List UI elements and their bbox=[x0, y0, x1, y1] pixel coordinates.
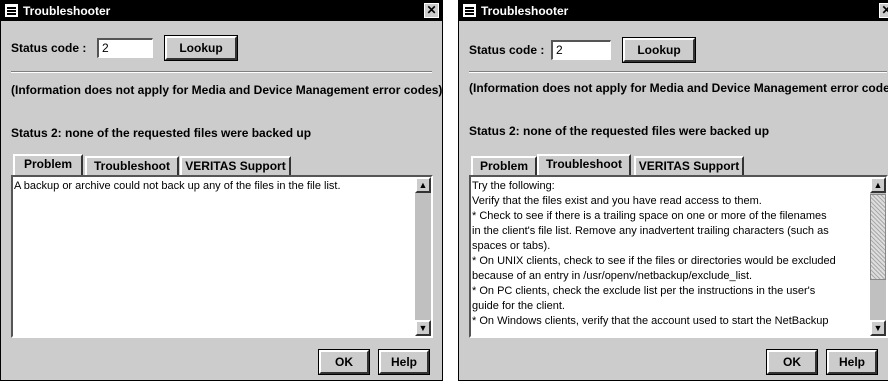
help-button[interactable]: Help bbox=[826, 349, 878, 375]
lookup-button-label: Lookup bbox=[179, 41, 223, 55]
ok-button-label: OK bbox=[783, 355, 801, 369]
lookup-button[interactable]: Lookup bbox=[164, 35, 238, 61]
panel-text: A backup or archive could not back up an… bbox=[14, 180, 341, 192]
close-icon[interactable]: ✕ bbox=[424, 3, 439, 18]
separator bbox=[11, 71, 432, 73]
vertical-scrollbar[interactable]: ▲ ▼ bbox=[870, 177, 886, 336]
separator bbox=[469, 71, 887, 73]
scrollbar-thumb[interactable] bbox=[870, 194, 886, 280]
lookup-button[interactable]: Lookup bbox=[622, 37, 696, 63]
panel-text: Try the following: Verify that the files… bbox=[472, 180, 836, 327]
troubleshooter-window-troubleshoot: Troubleshooter ✕ Status code : 2 Lookup … bbox=[458, 0, 888, 381]
ok-button[interactable]: OK bbox=[766, 349, 818, 375]
problem-text-area[interactable]: A backup or archive could not back up an… bbox=[11, 175, 433, 338]
title-bar[interactable]: Troubleshooter ✕ bbox=[1, 1, 442, 21]
tab-problem[interactable]: Problem bbox=[471, 156, 537, 176]
arrow-up-icon[interactable]: ▲ bbox=[870, 177, 886, 193]
arrow-up-icon[interactable]: ▲ bbox=[415, 177, 431, 193]
tab-troubleshoot[interactable]: Troubleshoot bbox=[537, 154, 631, 177]
ok-button[interactable]: OK bbox=[318, 349, 370, 375]
vertical-scrollbar[interactable]: ▲ ▼ bbox=[415, 177, 431, 336]
window-app-icon[interactable] bbox=[463, 4, 476, 17]
status-code-label: Status code : bbox=[11, 41, 87, 55]
help-button-label: Help bbox=[390, 355, 417, 369]
status-code-input[interactable]: 2 bbox=[97, 38, 153, 58]
tab-troubleshoot[interactable]: Troubleshoot bbox=[85, 156, 179, 176]
info-note: (Information does not apply for Media an… bbox=[11, 83, 443, 97]
window-app-icon[interactable] bbox=[5, 4, 18, 17]
close-icon[interactable]: ✕ bbox=[879, 3, 888, 18]
info-note: (Information does not apply for Media an… bbox=[469, 81, 888, 95]
help-button[interactable]: Help bbox=[378, 349, 430, 375]
status-message: Status 2: none of the requested files we… bbox=[469, 124, 770, 138]
window-title: Troubleshooter bbox=[23, 4, 111, 18]
tab-veritas-support[interactable]: VERITAS Support bbox=[180, 156, 291, 176]
troubleshoot-text-area[interactable]: Try the following: Verify that the files… bbox=[469, 175, 888, 338]
arrow-down-icon[interactable]: ▼ bbox=[415, 320, 431, 336]
ok-button-label: OK bbox=[335, 355, 353, 369]
arrow-down-icon[interactable]: ▼ bbox=[870, 320, 886, 336]
window-title: Troubleshooter bbox=[481, 4, 569, 18]
status-message: Status 2: none of the requested files we… bbox=[11, 126, 312, 140]
status-code-label: Status code : bbox=[469, 43, 545, 57]
title-bar[interactable]: Troubleshooter ✕ bbox=[459, 1, 888, 21]
troubleshooter-window-problem: Troubleshooter ✕ Status code : 2 Lookup … bbox=[0, 0, 443, 381]
lookup-button-label: Lookup bbox=[637, 43, 681, 57]
help-button-label: Help bbox=[838, 355, 865, 369]
tab-problem[interactable]: Problem bbox=[13, 154, 83, 177]
status-code-input[interactable]: 2 bbox=[551, 40, 611, 60]
tab-veritas-support[interactable]: VERITAS Support bbox=[634, 156, 744, 176]
